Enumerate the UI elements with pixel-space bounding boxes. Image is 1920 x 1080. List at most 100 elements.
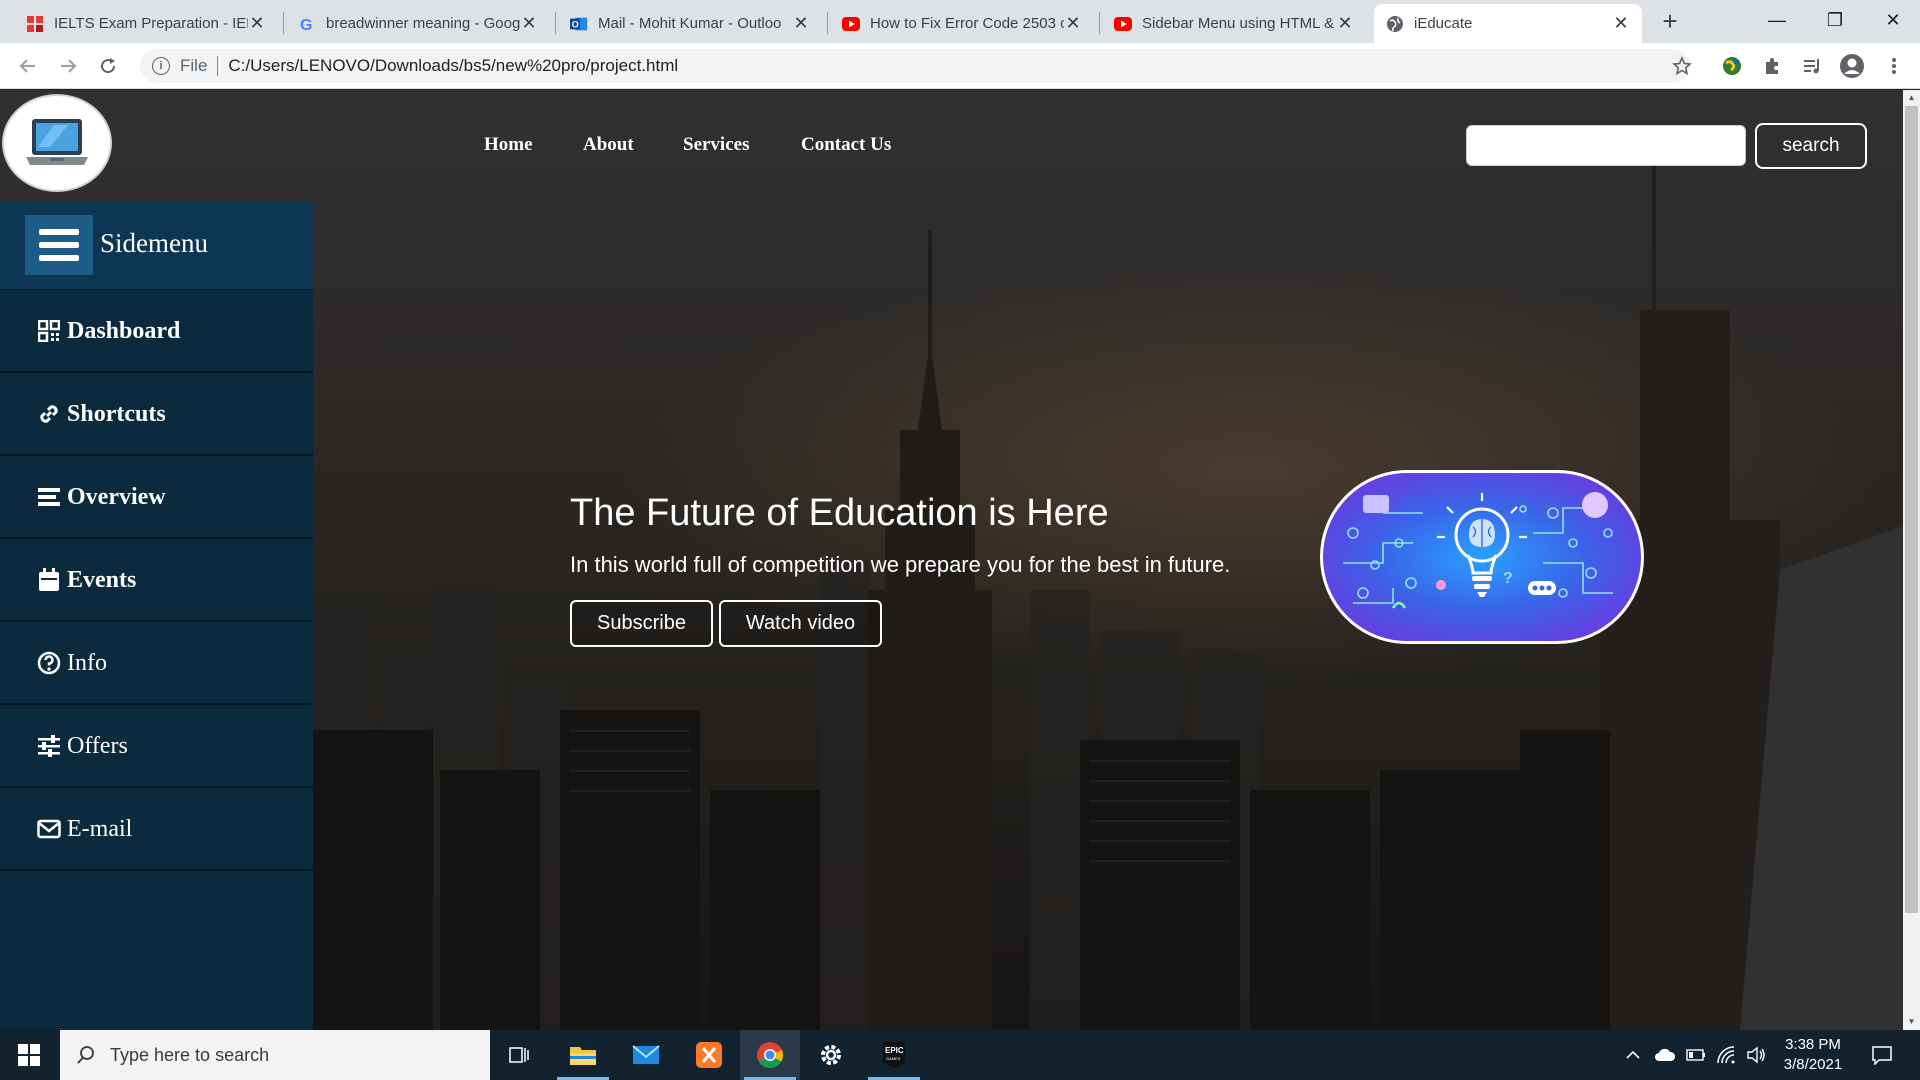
envelope-icon bbox=[37, 817, 61, 841]
settings-button[interactable] bbox=[801, 1030, 861, 1080]
epic-games-icon: EPICGAMES bbox=[883, 1042, 905, 1068]
close-icon[interactable]: ✕ bbox=[1064, 13, 1082, 34]
sidebar-item-label: Info bbox=[67, 649, 107, 676]
sidebar: Sidemenu Dashboard Shortcuts Overview Ev bbox=[0, 202, 313, 1030]
nav-contact-us[interactable]: Contact Us bbox=[801, 134, 891, 156]
extensions-button[interactable] bbox=[1756, 50, 1788, 82]
clock-time: 3:38 PM bbox=[1785, 1036, 1841, 1053]
back-button[interactable] bbox=[12, 50, 44, 82]
nav-services[interactable]: Services bbox=[683, 134, 749, 156]
page-scrollbar[interactable]: ▲ ▼ bbox=[1903, 90, 1920, 1030]
window-close-button[interactable]: ✕ bbox=[1864, 0, 1920, 40]
close-icon[interactable]: ✕ bbox=[792, 13, 810, 34]
wifi-icon bbox=[1717, 1046, 1735, 1064]
dashboard-icon bbox=[37, 319, 61, 343]
nav-about[interactable]: About bbox=[583, 134, 634, 156]
close-icon[interactable]: ✕ bbox=[1336, 13, 1354, 34]
scroll-down-arrow-icon[interactable]: ▼ bbox=[1903, 1014, 1920, 1030]
browser-menu-button[interactable] bbox=[1878, 50, 1910, 82]
mail-icon bbox=[632, 1045, 660, 1064]
tab-google[interactable]: G breadwinner meaning - Goog ✕ bbox=[286, 4, 550, 43]
sidebar-item-email[interactable]: E-mail bbox=[0, 789, 313, 871]
scroll-up-arrow-icon[interactable]: ▲ bbox=[1903, 90, 1920, 106]
xampp-button[interactable] bbox=[679, 1030, 739, 1080]
sidebar-item-label: Offers bbox=[67, 732, 128, 759]
youtube-favicon-icon bbox=[842, 15, 860, 33]
star-icon bbox=[1672, 56, 1692, 76]
chrome-icon bbox=[757, 1042, 784, 1068]
mail-app-button[interactable] bbox=[616, 1030, 676, 1080]
gear-icon bbox=[821, 1045, 841, 1065]
google-favicon-icon: G bbox=[298, 15, 316, 33]
onedrive-button[interactable] bbox=[1650, 1030, 1680, 1080]
taskbar-search-box[interactable]: Type here to search bbox=[60, 1030, 490, 1080]
hamburger-menu-icon[interactable] bbox=[25, 215, 93, 275]
tab-divider bbox=[827, 12, 828, 34]
globe-favicon-icon bbox=[1386, 15, 1404, 33]
battery-button[interactable] bbox=[1682, 1030, 1710, 1080]
info-icon[interactable]: i bbox=[152, 57, 170, 75]
chrome-button[interactable] bbox=[740, 1030, 800, 1080]
scrollbar-thumb[interactable] bbox=[1905, 106, 1918, 913]
system-clock[interactable]: 3:38 PM 3/8/2021 bbox=[1768, 1035, 1858, 1075]
tab-title: IELTS Exam Preparation - IELT bbox=[54, 15, 248, 32]
close-icon[interactable]: ✕ bbox=[248, 13, 266, 34]
tab-ieducate[interactable]: iEducate ✕ bbox=[1374, 4, 1642, 43]
close-icon[interactable]: ✕ bbox=[1612, 13, 1630, 34]
volume-button[interactable] bbox=[1742, 1030, 1770, 1080]
address-bar[interactable]: i File C:/Users/LENOVO/Downloads/bs5/new… bbox=[140, 49, 1690, 83]
tab-title: iEducate bbox=[1414, 15, 1473, 32]
epic-games-button[interactable]: EPIC GAMES bbox=[864, 1030, 924, 1080]
show-hidden-icons-button[interactable] bbox=[1620, 1030, 1646, 1080]
tab-youtube-error[interactable]: How to Fix Error Code 2503 o ✕ bbox=[830, 4, 1094, 43]
youtube-favicon-icon bbox=[1114, 15, 1132, 33]
minimize-button[interactable]: — bbox=[1748, 0, 1806, 40]
sidebar-item-dashboard[interactable]: Dashboard bbox=[0, 291, 313, 373]
omnibox-divider bbox=[217, 56, 219, 76]
extension-globe-button[interactable] bbox=[1716, 50, 1748, 82]
sliders-icon bbox=[37, 734, 61, 758]
tab-outlook[interactable]: O Mail - Mohit Kumar - Outloo ✕ bbox=[558, 4, 822, 43]
tab-divider bbox=[1099, 12, 1100, 34]
wifi-button[interactable] bbox=[1712, 1030, 1740, 1080]
windows-taskbar: Type here to search EPICGAMES 3:38 PM 3 bbox=[0, 1030, 1920, 1080]
sidebar-item-info[interactable]: Info bbox=[0, 623, 313, 705]
url-text: C:/Users/LENOVO/Downloads/bs5/new%20pro/… bbox=[228, 56, 679, 75]
sidebar-item-offers[interactable]: Offers bbox=[0, 706, 313, 788]
profile-button[interactable] bbox=[1836, 50, 1868, 82]
forward-button[interactable] bbox=[52, 50, 84, 82]
clock-date: 3/8/2021 bbox=[1783, 1056, 1843, 1073]
site-logo[interactable] bbox=[2, 94, 112, 192]
ielts-favicon-icon bbox=[26, 15, 44, 33]
tab-ielts[interactable]: IELTS Exam Preparation - IELT ✕ bbox=[14, 4, 278, 43]
sidebar-item-overview[interactable]: Overview bbox=[0, 457, 313, 539]
close-icon[interactable]: ✕ bbox=[520, 13, 538, 34]
notifications-button[interactable] bbox=[1862, 1030, 1902, 1080]
start-button[interactable] bbox=[0, 1030, 58, 1080]
search-button[interactable]: search bbox=[1755, 123, 1867, 169]
search-input[interactable] bbox=[1466, 125, 1746, 166]
reload-button[interactable] bbox=[92, 50, 124, 82]
svg-text:GAMES: GAMES bbox=[886, 1056, 901, 1061]
bookmark-star-button[interactable] bbox=[1666, 50, 1698, 82]
watch-video-button[interactable]: Watch video bbox=[719, 600, 882, 647]
svg-text:G: G bbox=[300, 17, 312, 33]
sidebar-item-shortcuts[interactable]: Shortcuts bbox=[0, 374, 313, 456]
new-tab-button[interactable]: + bbox=[1656, 8, 1684, 36]
hero-title: The Future of Education is Here bbox=[570, 492, 1109, 534]
back-arrow-icon bbox=[19, 59, 35, 73]
laptop-icon bbox=[26, 119, 88, 165]
task-view-button[interactable] bbox=[490, 1030, 550, 1080]
forward-arrow-icon bbox=[61, 59, 77, 73]
subscribe-button[interactable]: Subscribe bbox=[570, 600, 713, 647]
sidebar-item-events[interactable]: Events bbox=[0, 540, 313, 622]
sidebar-item-label: Shortcuts bbox=[67, 400, 166, 427]
maximize-button[interactable]: ❐ bbox=[1806, 0, 1864, 40]
nav-home[interactable]: Home bbox=[484, 134, 533, 156]
media-control-button[interactable] bbox=[1796, 50, 1828, 82]
file-explorer-button[interactable] bbox=[553, 1030, 613, 1080]
tab-youtube-sidebar[interactable]: Sidebar Menu using HTML & ✕ bbox=[1102, 4, 1366, 43]
cloud-icon bbox=[1655, 1048, 1676, 1061]
tab-title: Mail - Mohit Kumar - Outloo bbox=[598, 15, 782, 32]
link-icon bbox=[37, 402, 61, 426]
